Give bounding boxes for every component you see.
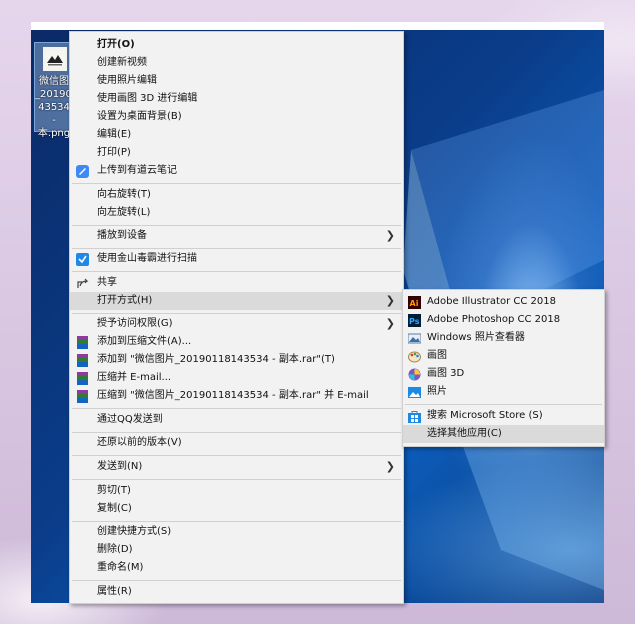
menu-item-compress-email[interactable]: 压缩并 E-mail...	[70, 369, 403, 387]
menu-item-label: 压缩并 E-mail...	[97, 372, 172, 383]
menu-separator	[72, 248, 401, 249]
menu-item-share[interactable]: 共享	[70, 274, 403, 292]
menu-separator	[405, 404, 602, 405]
menu-separator	[72, 313, 401, 314]
desktop-file-icon[interactable]: 微信图 _201901 43534 - 本.png	[34, 42, 74, 139]
submenu-item-paint3d[interactable]: 画图 3D	[403, 365, 604, 383]
winrar-icon	[76, 354, 89, 367]
submenu-item-illustrator[interactable]: Ai Adobe Illustrator CC 2018	[403, 293, 604, 311]
menu-item-properties[interactable]: 属性(R)	[70, 583, 403, 601]
menu-item-label: 照片	[427, 386, 447, 397]
menu-item-open-with[interactable]: 打开方式(H) ❯	[70, 292, 403, 310]
winrar-icon	[76, 336, 89, 349]
menu-item-edit-with-photos[interactable]: 使用照片编辑	[70, 72, 403, 90]
chevron-right-icon: ❯	[385, 229, 395, 242]
menu-item-label: 上传到有道云笔记	[97, 165, 177, 176]
paint3d-icon	[408, 368, 421, 381]
submenu-item-choose-other-app[interactable]: 选择其他应用(C)	[403, 425, 604, 443]
menu-item-label: 授予访问权限(G)	[97, 318, 173, 329]
menu-separator	[72, 580, 401, 581]
menu-item-label: Windows 照片查看器	[427, 332, 525, 343]
photo-viewer-icon	[407, 332, 422, 345]
photoshop-icon: Ps	[408, 314, 421, 327]
menu-item-label: 搜索 Microsoft Store (S)	[427, 410, 543, 421]
menu-item-label: 画图 3D	[427, 368, 465, 379]
menu-item-print[interactable]: 打印(P)	[70, 144, 403, 162]
menu-item-scan-kingsoft[interactable]: 使用金山毒霸进行扫描	[70, 250, 403, 268]
chevron-right-icon: ❯	[385, 294, 395, 307]
menu-item-label: 发送到(N)	[97, 461, 143, 472]
microsoft-store-icon	[408, 410, 421, 423]
menu-item-label: 压缩到 "微信图片_20190118143534 - 副本.rar" 并 E-m…	[97, 390, 369, 401]
youdao-note-icon	[76, 165, 89, 178]
menu-item-edit-with-paint3d[interactable]: 使用画图 3D 进行编辑	[70, 90, 403, 108]
submenu-item-photoshop[interactable]: Ps Adobe Photoshop CC 2018	[403, 311, 604, 329]
menu-item-label: 添加到 "微信图片_20190118143534 - 副本.rar"(T)	[97, 354, 335, 365]
menu-item-send-via-qq[interactable]: 通过QQ发送到	[70, 411, 403, 429]
menu-item-rotate-left[interactable]: 向左旋转(L)	[70, 204, 403, 222]
paint-palette-icon	[408, 350, 421, 363]
svg-text:Ai: Ai	[410, 299, 419, 308]
menu-item-label: Adobe Illustrator CC 2018	[427, 296, 556, 307]
menu-item-open[interactable]: 打开(O)	[70, 36, 403, 54]
menu-item-give-access[interactable]: 授予访问权限(G) ❯	[70, 315, 403, 333]
submenu-item-paint[interactable]: 画图	[403, 347, 604, 365]
photos-app-icon	[408, 386, 421, 399]
menu-item-edit[interactable]: 编辑(E)	[70, 126, 403, 144]
image-thumbnail-icon	[43, 47, 67, 71]
illustrator-icon: Ai	[408, 296, 421, 309]
winrar-icon	[76, 372, 89, 385]
menu-item-delete[interactable]: 删除(D)	[70, 541, 403, 559]
menu-item-add-to-archive[interactable]: 添加到压缩文件(A)...	[70, 333, 403, 351]
menu-item-rename[interactable]: 重命名(M)	[70, 559, 403, 577]
menu-item-compress-rar-email[interactable]: 压缩到 "微信图片_20190118143534 - 副本.rar" 并 E-m…	[70, 387, 403, 405]
menu-item-label: 播放到设备	[97, 230, 147, 241]
menu-item-label: 打开方式(H)	[97, 295, 153, 306]
chevron-right-icon: ❯	[385, 460, 395, 473]
menu-separator	[72, 271, 401, 272]
submenu-item-photo-viewer[interactable]: Windows 照片查看器	[403, 329, 604, 347]
chevron-right-icon: ❯	[385, 317, 395, 330]
menu-separator	[72, 225, 401, 226]
menu-item-label: 使用金山毒霸进行扫描	[97, 253, 197, 264]
menu-item-create-video[interactable]: 创建新视频	[70, 54, 403, 72]
menu-item-send-to[interactable]: 发送到(N) ❯	[70, 458, 403, 476]
menu-item-label: 添加到压缩文件(A)...	[97, 336, 192, 347]
context-menu: 打开(O) 创建新视频 使用照片编辑 使用画图 3D 进行编辑 设置为桌面背景(…	[69, 31, 404, 604]
menu-separator	[72, 479, 401, 480]
menu-item-upload-youdao[interactable]: 上传到有道云笔记	[70, 162, 403, 180]
menu-item-label: 共享	[97, 277, 117, 288]
menu-item-set-desktop-background[interactable]: 设置为桌面背景(B)	[70, 108, 403, 126]
kingsoft-antivirus-icon	[76, 253, 89, 266]
menu-separator	[72, 432, 401, 433]
menu-separator	[72, 183, 401, 184]
menu-item-cut[interactable]: 剪切(T)	[70, 482, 403, 500]
menu-separator	[72, 408, 401, 409]
menu-item-copy[interactable]: 复制(C)	[70, 500, 403, 518]
menu-separator	[72, 455, 401, 456]
menu-item-rotate-right[interactable]: 向右旋转(T)	[70, 186, 403, 204]
open-with-submenu: Ai Adobe Illustrator CC 2018 Ps Adobe Ph…	[402, 289, 605, 447]
submenu-item-search-store[interactable]: 搜索 Microsoft Store (S)	[403, 407, 604, 425]
submenu-item-photos[interactable]: 照片	[403, 383, 604, 401]
menu-item-add-to-rar[interactable]: 添加到 "微信图片_20190118143534 - 副本.rar"(T)	[70, 351, 403, 369]
menu-separator	[72, 521, 401, 522]
desktop-file-label: 微信图 _201901 43534 - 本.png	[35, 76, 73, 139]
winrar-icon	[76, 390, 89, 403]
share-icon	[76, 277, 89, 290]
svg-text:Ps: Ps	[409, 317, 420, 326]
menu-item-create-shortcut[interactable]: 创建快捷方式(S)	[70, 523, 403, 541]
menu-item-label: Adobe Photoshop CC 2018	[427, 314, 561, 325]
menu-item-cast-to-device[interactable]: 播放到设备 ❯	[70, 227, 403, 245]
menu-item-label: 画图	[427, 350, 447, 361]
menu-item-restore-versions[interactable]: 还原以前的版本(V)	[70, 434, 403, 452]
